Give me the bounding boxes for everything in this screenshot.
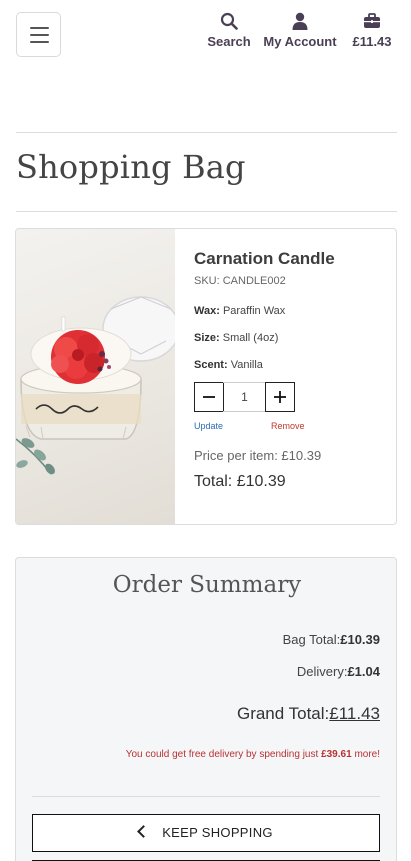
plus-icon xyxy=(274,391,286,403)
wax-attribute: Wax: Paraffin Wax xyxy=(194,305,389,317)
remove-link[interactable]: Remove xyxy=(271,421,305,431)
item-total: Total: £10.39 xyxy=(194,473,286,490)
bag-total-value: £10.39 xyxy=(340,632,380,647)
update-link[interactable]: Update xyxy=(194,421,223,431)
bag-total-row: Bag Total:£10.39 xyxy=(283,632,380,647)
price-per-item: Price per item: £10.39 xyxy=(194,448,322,463)
size-label: Size: xyxy=(194,332,220,344)
increment-button[interactable] xyxy=(265,382,295,412)
size-attribute: Size: Small (4oz) xyxy=(194,332,389,344)
size-value: Small (4oz) xyxy=(222,332,279,344)
keep-shopping-button[interactable]: KEEP SHOPPING xyxy=(32,814,380,852)
minus-icon xyxy=(203,396,215,398)
free-delivery-amount: £39.61 xyxy=(321,749,352,760)
grand-total-label: Grand Total: xyxy=(236,704,330,723)
bag-nav-link[interactable]: £11.43 xyxy=(348,12,396,49)
bag-total-nav-label: £11.43 xyxy=(352,34,392,49)
delivery-row: Delivery:£1.04 xyxy=(297,664,380,679)
hamburger-menu-button[interactable] xyxy=(16,12,61,57)
search-nav-label: Search xyxy=(207,34,251,49)
delivery-label: Delivery: xyxy=(296,664,348,679)
scent-attribute: Scent: Vanilla xyxy=(194,359,389,371)
order-summary: Order Summary Bag Total:£10.39 Delivery:… xyxy=(15,557,397,861)
product-image xyxy=(16,229,175,524)
wax-label: Wax: xyxy=(194,305,220,317)
scent-label: Scent: xyxy=(194,359,228,371)
wax-value: Paraffin Wax xyxy=(222,305,286,317)
divider xyxy=(16,211,397,212)
search-nav-link[interactable]: Search xyxy=(206,12,252,49)
hamburger-line xyxy=(30,34,49,36)
account-nav-link[interactable]: My Account xyxy=(262,12,338,49)
divider xyxy=(32,796,380,797)
divider xyxy=(16,132,397,133)
quantity-stepper: 1 xyxy=(194,382,296,412)
item-actions: Update Remove xyxy=(194,421,389,435)
chevron-left-icon xyxy=(137,825,151,838)
bag-total-label: Bag Total: xyxy=(282,632,341,647)
candle-illustration xyxy=(16,296,175,475)
search-icon xyxy=(220,12,238,30)
hamburger-line xyxy=(30,41,49,43)
site-header: Search My Account £11.43 xyxy=(0,0,411,70)
order-summary-title: Order Summary xyxy=(112,572,302,598)
briefcase-icon xyxy=(364,13,380,28)
product-sku: SKU: CANDLE002 xyxy=(194,275,286,287)
user-icon xyxy=(292,12,308,30)
product-info: Carnation Candle SKU: CANDLE002 Wax: Par… xyxy=(194,249,389,491)
product-name: Carnation Candle xyxy=(194,249,335,268)
account-nav-label: My Account xyxy=(263,34,337,49)
page-title: Shopping Bag xyxy=(16,148,246,186)
free-delivery-message: You could get free delivery by spending … xyxy=(126,749,380,760)
scent-value: Vanilla xyxy=(230,359,263,371)
decrement-button[interactable] xyxy=(194,382,224,412)
delivery-value: £1.04 xyxy=(347,664,380,679)
grand-total-value: £11.43 xyxy=(329,704,380,723)
free-delivery-suffix: more! xyxy=(354,749,380,760)
bag-item-card: Carnation Candle SKU: CANDLE002 Wax: Par… xyxy=(15,228,397,525)
free-delivery-prefix: You could get free delivery by spending … xyxy=(125,749,319,760)
grand-total-row: Grand Total:£11.43 xyxy=(237,704,380,724)
quantity-input[interactable]: 1 xyxy=(223,382,266,412)
hamburger-line xyxy=(30,27,49,29)
keep-shopping-label: KEEP SHOPPING xyxy=(162,825,273,840)
